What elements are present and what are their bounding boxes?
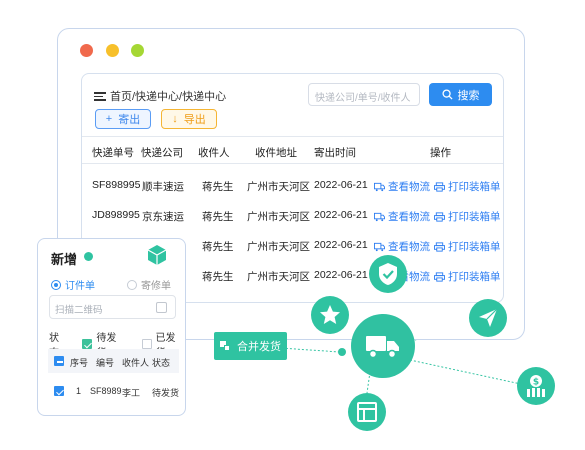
shield-check-icon <box>369 255 407 293</box>
breadcrumb: 首页/快递中心/快递中心 <box>94 88 226 104</box>
radio-repair-circle[interactable] <box>127 279 137 290</box>
radio-order[interactable]: 订件单 <box>51 277 95 292</box>
table-cell: SF898995 <box>92 179 141 191</box>
money-bag-icon: $ <box>517 367 555 405</box>
truck-icon <box>351 314 415 378</box>
select-all-checkbox[interactable] <box>54 356 64 366</box>
column-header: 收件人 <box>198 147 230 159</box>
table-cell: 京东速运 <box>142 211 184 223</box>
mini-cell: SF8989 <box>90 386 122 396</box>
pending-checkbox[interactable] <box>82 339 93 349</box>
download-icon: ↓ <box>172 113 178 125</box>
table-cell: 广州市天河区 <box>247 271 310 283</box>
star-icon <box>311 296 349 334</box>
table-cell: 2022-06-21 <box>314 269 368 281</box>
radio-repair[interactable]: 寄修单 <box>127 277 171 292</box>
table-cell: 2022-06-21 <box>314 209 368 221</box>
column-header: 寄出时间 <box>314 147 356 159</box>
merge-icon <box>220 340 231 352</box>
truck-small-icon <box>374 212 385 221</box>
search-button-label: 搜索 <box>457 89 480 102</box>
layout-icon <box>348 393 386 431</box>
mini-table-row[interactable]: 1 SF8989 李工 待发货 <box>48 381 179 401</box>
table-cell: 蒋先生 <box>202 211 234 223</box>
shipped-checkbox[interactable] <box>141 339 152 349</box>
export-label: 导出 <box>183 114 206 126</box>
mini-column-header: 序号 <box>70 358 89 368</box>
printer-icon <box>434 181 445 192</box>
table-cell: 蒋先生 <box>202 241 234 253</box>
table-cell: 广州市天河区 <box>247 211 310 223</box>
merge-shipping-label: 合并发货 <box>237 341 281 353</box>
scan-placeholder: 扫描二维码 <box>55 305 103 316</box>
view-logistics-link[interactable]: 查看物流 <box>374 179 430 194</box>
view-logistics-link[interactable]: 查看物流 <box>374 239 430 254</box>
send-out-button[interactable]: + 寄出 <box>95 109 151 129</box>
window-close-dot[interactable] <box>80 44 93 57</box>
column-header: 快递公司 <box>141 147 183 159</box>
column-header: 快递单号 <box>92 147 134 159</box>
send-out-label: 寄出 <box>118 114 141 126</box>
mini-cell: 李工 <box>122 388 141 398</box>
mini-column-header: 收件人 <box>122 358 150 368</box>
column-header: 操作 <box>430 147 451 159</box>
table-cell: 2022-06-21 <box>314 239 368 251</box>
window-minimize-dot[interactable] <box>106 44 119 57</box>
table-cell: 广州市天河区 <box>247 241 310 253</box>
search-button[interactable]: 搜索 <box>429 83 492 106</box>
radio-repair-label: 寄修单 <box>141 281 171 292</box>
printer-icon <box>434 271 445 282</box>
mini-column-header: 编号 <box>96 358 115 368</box>
print-packing-list-link[interactable]: 打印装箱单 <box>434 209 501 224</box>
connector-dot <box>338 348 346 356</box>
column-header: 收件地址 <box>255 147 297 159</box>
table-cell: 2022-06-21 <box>314 179 368 191</box>
window-maximize-dot[interactable] <box>131 44 144 57</box>
mini-table-header: 序号 编号 收件人 状态 <box>48 349 179 373</box>
card-title: 新增 <box>51 252 78 267</box>
mini-column-header: 状态 <box>152 358 171 368</box>
truck-small-icon <box>374 182 385 191</box>
merge-shipping-button[interactable]: 合并发货 <box>214 332 287 360</box>
connector-dot <box>84 252 93 261</box>
truck-small-icon <box>374 242 385 251</box>
mini-cell: 待发货 <box>152 388 180 398</box>
view-logistics-link[interactable]: 查看物流 <box>374 209 430 224</box>
table-cell: 顺丰速运 <box>142 181 184 193</box>
table-header-bottom-border <box>82 163 503 164</box>
table-cell: 广州市天河区 <box>247 181 310 193</box>
box-icon <box>144 242 170 268</box>
table-cell: 蒋先生 <box>202 181 234 193</box>
plus-icon: + <box>105 113 113 125</box>
paper-plane-icon <box>469 299 507 337</box>
table-cell: JD898995 <box>92 209 140 221</box>
print-packing-list-link[interactable]: 打印装箱单 <box>434 179 501 194</box>
export-button[interactable]: ↓ 导出 <box>161 109 217 129</box>
row-checkbox[interactable] <box>54 386 64 396</box>
scan-qr-input[interactable]: 扫描二维码 <box>49 295 176 319</box>
search-input[interactable]: 快递公司/单号/收件人 <box>308 83 420 106</box>
search-icon <box>441 89 453 100</box>
svg-text:$: $ <box>533 378 539 388</box>
printer-icon <box>434 241 445 252</box>
menu-icon[interactable] <box>94 91 106 101</box>
radio-order-circle[interactable] <box>51 279 61 290</box>
breadcrumb-text: 首页/快递中心/快递中心 <box>110 91 227 103</box>
table-header-top-border <box>82 136 503 137</box>
printer-icon <box>434 211 445 222</box>
print-packing-list-link[interactable]: 打印装箱单 <box>434 239 501 254</box>
scan-icon[interactable] <box>156 302 167 313</box>
mini-cell: 1 <box>76 386 82 396</box>
table-cell: 蒋先生 <box>202 271 234 283</box>
radio-order-label: 订件单 <box>65 281 95 292</box>
print-packing-list-link[interactable]: 打印装箱单 <box>434 269 501 284</box>
